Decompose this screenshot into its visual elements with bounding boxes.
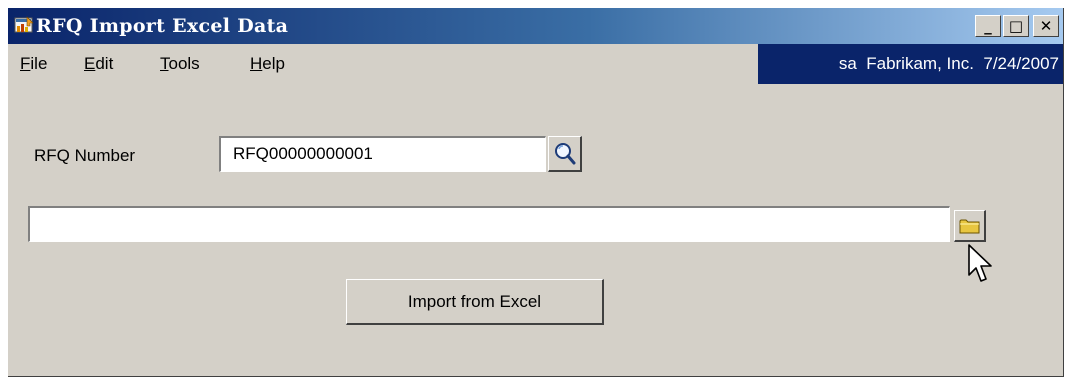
magnifier-icon (554, 142, 575, 164)
folder-icon (959, 219, 979, 233)
menu-edit[interactable]: Edit (84, 54, 113, 74)
import-from-excel-button[interactable]: Import from Excel (346, 279, 604, 325)
menu-tools-accel: T (160, 54, 169, 73)
app-icon (14, 16, 34, 33)
menu-edit-label: dit (95, 54, 114, 73)
rfq-lookup-button[interactable] (548, 136, 582, 172)
menu-file-accel: F (20, 54, 31, 73)
rfq-number-label: RFQ Number (34, 146, 136, 165)
browse-folder-button[interactable] (954, 210, 986, 242)
menu-file[interactable]: File (20, 54, 47, 74)
rfq-number-input[interactable]: RFQ00000000001 (219, 136, 546, 172)
menu-bar: File Edit Tools Help sa Fabrikam, Inc. 7… (8, 44, 1063, 84)
window-controls: _ □ ✕ (975, 15, 1059, 37)
menu-help-label: elp (262, 54, 285, 73)
close-button[interactable]: ✕ (1033, 15, 1059, 37)
menu-tools[interactable]: Tools (160, 54, 200, 74)
menu-help[interactable]: Help (250, 54, 285, 74)
title-bar[interactable]: RFQ Import Excel Data _ □ ✕ (8, 8, 1063, 44)
minimize-button[interactable]: _ (975, 15, 1001, 37)
menu-edit-accel: E (84, 54, 96, 73)
user-company-date-info: sa Fabrikam, Inc. 7/24/2007 (758, 44, 1063, 84)
window-title: RFQ Import Excel Data (36, 15, 289, 37)
menu-help-accel: H (250, 54, 263, 73)
menu-tools-label: ools (168, 54, 200, 73)
rfq-import-window: RFQ Import Excel Data _ □ ✕ File Edit To… (8, 8, 1064, 377)
excel-file-path-input[interactable] (28, 206, 950, 242)
mouse-pointer-icon (968, 244, 992, 282)
menu-file-label: ile (30, 54, 48, 73)
maximize-button[interactable]: □ (1003, 15, 1029, 37)
